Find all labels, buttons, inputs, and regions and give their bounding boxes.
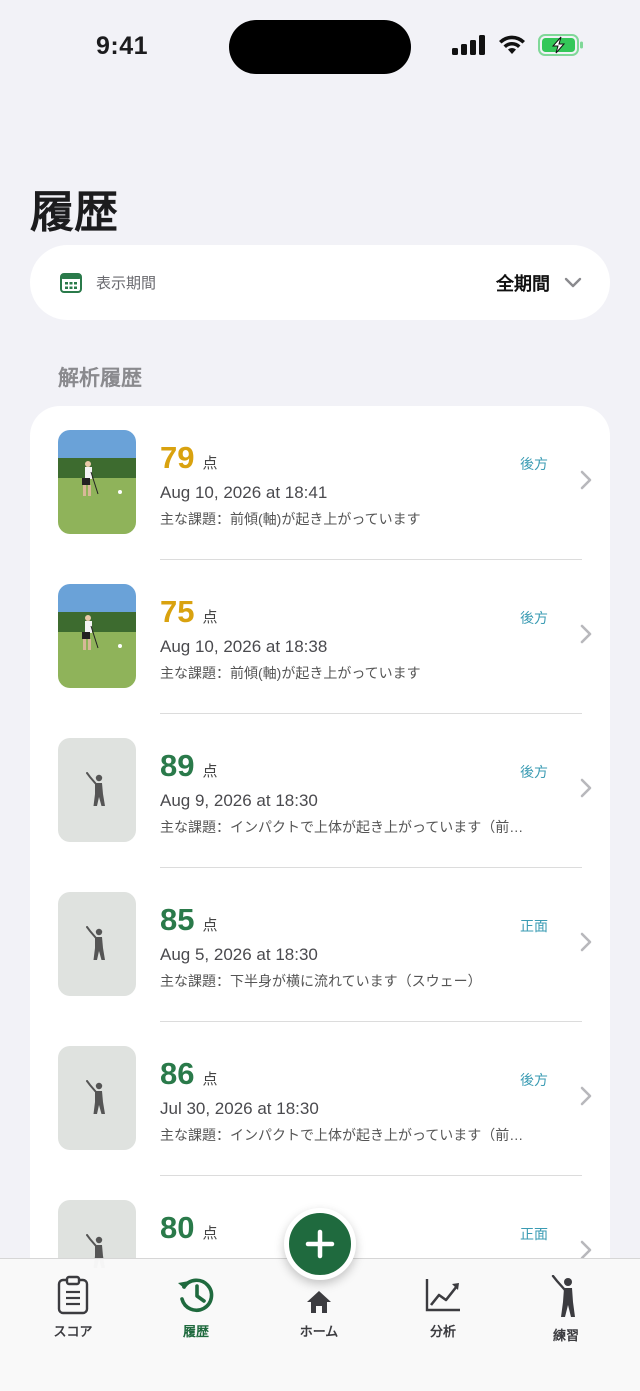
tab-history[interactable]: 履歴 (151, 1275, 241, 1340)
tab-analysis-label: 分析 (429, 1324, 456, 1339)
golfer-placeholder-icon (58, 738, 136, 842)
calendar-icon (60, 272, 82, 294)
main-issue: 主な課題：下半身が横に流れています（スウェー） (160, 973, 482, 989)
camera-view-label: 後方 (520, 764, 548, 780)
score: 80 点 (160, 1210, 218, 1246)
tab-home-label: ホーム (299, 1324, 339, 1339)
camera-view-label: 後方 (520, 610, 548, 626)
home-icon (307, 1291, 331, 1313)
camera-view-label: 後方 (520, 456, 548, 472)
score: 89 点 (160, 748, 218, 784)
score: 86 点 (160, 1056, 218, 1092)
chevron-right-icon (580, 470, 592, 495)
camera-view-label: 正面 (520, 1226, 548, 1242)
history-row[interactable]: 86 点 Jul 30, 2026 at 18:30 主な課題：インパクトで上体が起き… (30, 1022, 610, 1176)
period-value: 全期間 (496, 273, 550, 294)
score-value: 89 (160, 748, 195, 783)
score-unit: 点 (202, 455, 218, 472)
chevron-right-icon (580, 624, 592, 649)
analysis-date: Aug 10, 2026 at 18:38 (160, 637, 328, 656)
history-row[interactable]: 79 点 Aug 10, 2026 at 18:41 主な課題：前傾(軸)が起き上がっ… (30, 406, 610, 560)
score-value: 85 (160, 902, 195, 937)
score-value: 79 (160, 440, 195, 475)
add-analysis-button[interactable] (284, 1208, 356, 1280)
score-unit: 点 (202, 1071, 218, 1088)
score-value: 86 (160, 1056, 195, 1091)
main-issue: 主な課題：インパクトで上体が起き上がっています（前… (160, 819, 524, 835)
tab-analysis[interactable]: 分析 (398, 1275, 488, 1340)
wifi-icon (499, 35, 525, 54)
score-unit: 点 (202, 917, 218, 934)
score: 85 点 (160, 902, 218, 938)
status-icons (452, 34, 584, 56)
signal-icon (452, 35, 485, 55)
history-row[interactable]: 75 点 Aug 10, 2026 at 18:38 主な課題：前傾(軸)が起き上がっ… (30, 560, 610, 714)
period-selector[interactable]: 表示期間 全期間 (30, 245, 610, 320)
score-unit: 点 (202, 609, 218, 626)
golfer-placeholder-icon (58, 1046, 136, 1150)
score: 75 点 (160, 594, 218, 630)
golfer-placeholder-icon (58, 892, 136, 996)
main-issue: 主な課題：インパクトで上体が起き上がっています（前… (160, 1127, 524, 1143)
chart-icon (425, 1279, 460, 1312)
battery-charging-icon (538, 34, 583, 56)
status-time: 9:41 (96, 32, 149, 60)
chevron-down-icon (564, 277, 582, 287)
status-bar: 9:41 (0, 0, 640, 96)
history-row[interactable]: 89 点 Aug 9, 2026 at 18:30 主な課題：インパクトで上体が起き上… (30, 714, 610, 868)
period-label: 表示期間 (96, 275, 157, 292)
swing-thumbnail (58, 430, 136, 534)
score-value: 75 (160, 594, 195, 629)
camera-view-label: 正面 (520, 918, 548, 934)
main-issue: 主な課題：前傾(軸)が起き上がっています (160, 511, 421, 527)
score-value: 80 (160, 1210, 195, 1245)
plus-icon (305, 1229, 335, 1259)
chevron-right-icon (580, 778, 592, 803)
tab-practice[interactable]: 練習 (521, 1275, 611, 1344)
camera-view-label: 後方 (520, 1072, 548, 1088)
history-icon (178, 1278, 214, 1313)
history-row[interactable]: 85 点 Aug 5, 2026 at 18:30 主な課題：下半身が横に流れています… (30, 868, 610, 1022)
analysis-date: Jul 30, 2026 at 18:30 (160, 1099, 319, 1118)
score: 79 点 (160, 440, 218, 476)
score-unit: 点 (202, 1225, 218, 1242)
main-issue: 主な課題：前傾(軸)が起き上がっています (160, 665, 421, 681)
tab-score[interactable]: スコア (28, 1275, 118, 1340)
analysis-date: Aug 9, 2026 at 18:30 (160, 791, 318, 810)
analysis-date: Aug 5, 2026 at 18:30 (160, 945, 318, 964)
chevron-right-icon (580, 1086, 592, 1111)
clipboard-icon (57, 1275, 89, 1315)
analysis-date: Aug 10, 2026 at 18:41 (160, 483, 328, 502)
tab-home[interactable]: ホーム (274, 1289, 364, 1340)
section-title: 解析履歴 (58, 367, 142, 390)
dynamic-island (229, 20, 411, 74)
golfer-icon (551, 1275, 575, 1317)
tab-history-label: 履歴 (182, 1324, 209, 1339)
score-unit: 点 (202, 763, 218, 780)
swing-thumbnail (58, 584, 136, 688)
chevron-right-icon (580, 932, 592, 957)
tab-practice-label: 練習 (552, 1328, 579, 1343)
tab-score-label: スコア (53, 1324, 93, 1339)
page-title: 履歴 (30, 188, 118, 237)
